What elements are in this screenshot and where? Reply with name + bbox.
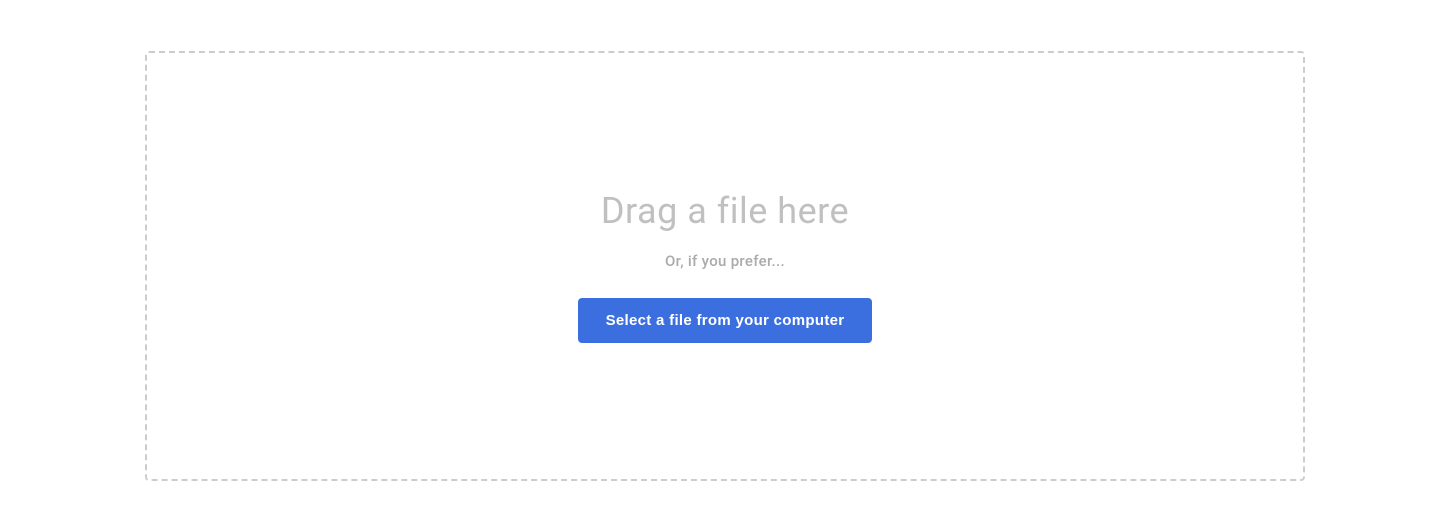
page-container: Drag a file here Or, if you prefer... Se… <box>0 0 1450 532</box>
select-file-button[interactable]: Select a file from your computer <box>578 298 873 343</box>
drag-title: Drag a file here <box>601 190 849 232</box>
or-prefer-text: Or, if you prefer... <box>665 252 785 270</box>
drop-zone[interactable]: Drag a file here Or, if you prefer... Se… <box>145 51 1305 481</box>
